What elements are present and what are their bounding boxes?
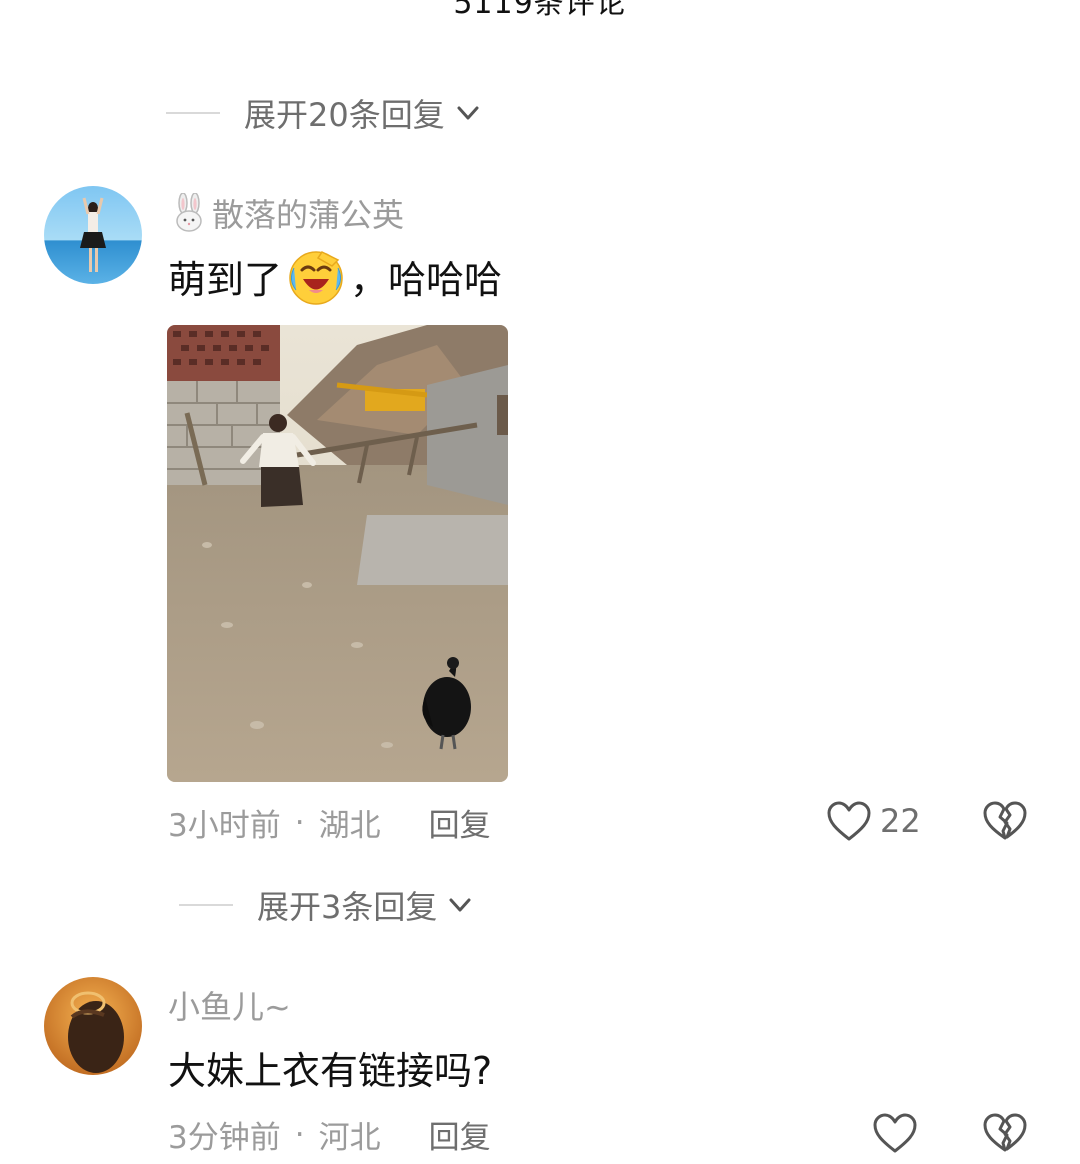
comment-time: 3分钟前: [168, 1120, 281, 1156]
avatar[interactable]: [44, 186, 142, 284]
broken-heart-icon[interactable]: [983, 1113, 1027, 1153]
comment-text-body: 大妹上衣有链接吗?: [168, 1049, 493, 1093]
heart-outline-icon: [826, 800, 872, 842]
expand-replies-label: 展开3条回复: [257, 888, 438, 926]
like-count: 22: [880, 802, 921, 840]
comment-meta: 3小时前 · 湖北 回复: [168, 800, 491, 845]
meta-separator: ·: [294, 1116, 305, 1153]
like-button[interactable]: 22: [826, 800, 921, 842]
heart-outline-icon: [872, 1112, 918, 1154]
reply-button[interactable]: 回复: [429, 800, 491, 845]
expand-replies-label: 展开20条回复: [244, 96, 445, 134]
avatar[interactable]: [44, 977, 142, 1075]
comment-image[interactable]: [167, 325, 508, 782]
meta-separator: ·: [294, 804, 305, 841]
comment-text-part-1: 萌到了: [168, 257, 283, 302]
comment-count-header: 5119条评论: [453, 0, 627, 21]
expand-replies-button[interactable]: 展开3条回复: [179, 882, 475, 928]
laughing-crying-emoji-icon: [286, 246, 346, 306]
divider-dash: [166, 112, 220, 114]
comment-text: 大妹上衣有链接吗?: [168, 1040, 492, 1095]
comment-time: 3小时前: [168, 808, 281, 844]
comment-text-part-2: ，哈哈哈: [350, 257, 503, 302]
rabbit-icon: [170, 192, 208, 233]
comment-list-page: 5119条评论 展开20条回复 散落的蒲公英 萌到了 ，哈哈哈 3小时前 · 湖…: [0, 0, 1080, 1164]
broken-heart-icon[interactable]: [983, 801, 1027, 841]
divider-dash: [179, 904, 233, 906]
chevron-down-icon: [453, 98, 483, 128]
username-text: 小鱼儿~: [168, 988, 291, 1026]
comment-username[interactable]: 小鱼儿~: [168, 982, 291, 1028]
comment-text: 萌到了 ，哈哈哈: [168, 246, 502, 306]
comment-meta: 3分钟前 · 河北 回复: [168, 1112, 491, 1157]
chevron-down-icon: [445, 890, 475, 920]
comment-location: 湖北: [318, 808, 381, 844]
reply-button[interactable]: 回复: [429, 1112, 491, 1157]
username-text: 散落的蒲公英: [212, 196, 405, 234]
comment-location: 河北: [318, 1120, 381, 1156]
expand-replies-button[interactable]: 展开20条回复: [166, 90, 483, 136]
like-button[interactable]: [872, 1112, 918, 1154]
comment-username[interactable]: 散落的蒲公英: [170, 190, 404, 236]
